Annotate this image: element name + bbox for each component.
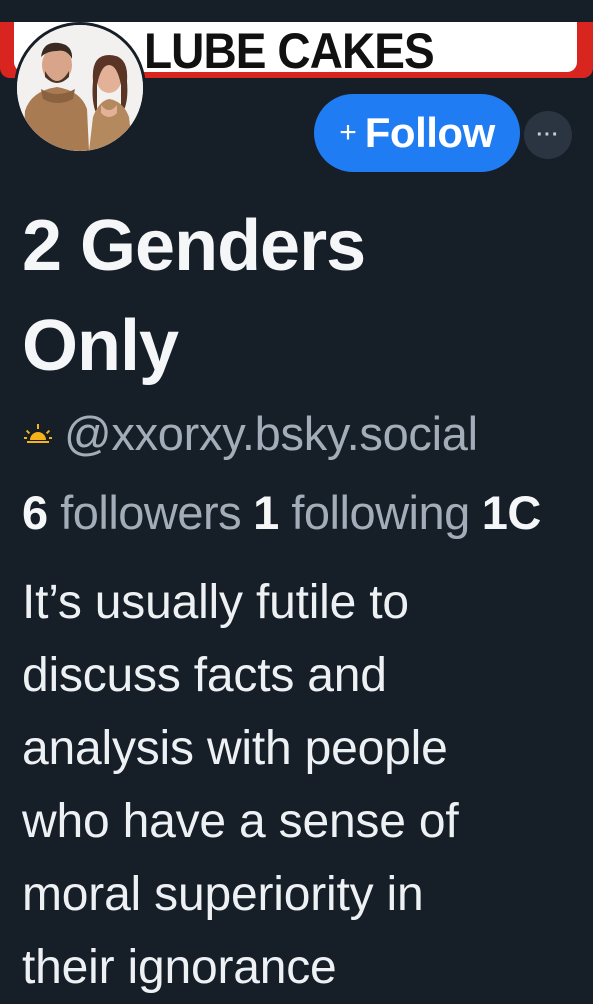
bio-line: who have a sense of <box>22 795 459 848</box>
follow-button-label: Follow <box>364 109 495 156</box>
profile-avatar[interactable] <box>14 22 146 154</box>
followers-stat[interactable]: 6 followers <box>22 486 253 539</box>
following-label: following <box>291 486 470 539</box>
posts-count: 1C <box>481 486 542 539</box>
following-count: 1 <box>253 486 279 539</box>
profile-handle[interactable]: @xxorxy.bsky.social <box>64 406 478 462</box>
sunrise-icon <box>24 424 52 443</box>
followers-label: followers <box>60 486 242 539</box>
display-name-line-2: Only <box>22 306 179 386</box>
bio-line: analysis with people <box>22 722 448 775</box>
banner-text: LUBE CAKES <box>144 23 435 78</box>
display-name-line-1: 2 Genders <box>22 206 366 286</box>
more-options-button[interactable]: ··· <box>524 111 572 159</box>
ellipsis-icon: ··· <box>536 123 560 146</box>
bio-line: It’s usually futile to <box>22 576 409 629</box>
plus-icon: + <box>339 116 357 149</box>
bio-line: their ignorance <box>22 941 337 994</box>
profile-stats: 6 followers 1 following 1C <box>22 484 593 542</box>
display-name: 2 Genders Only <box>22 196 502 396</box>
profile-bio: It’s usually futile to discuss facts and… <box>22 566 542 1004</box>
bio-line: discuss facts and <box>22 649 387 702</box>
followers-count: 6 <box>22 486 48 539</box>
following-stat[interactable]: 1 following <box>253 486 482 539</box>
avatar-image <box>17 25 143 151</box>
bio-line: moral superiority in <box>22 868 424 921</box>
handle-row: @xxorxy.bsky.social <box>24 406 478 462</box>
follow-button[interactable]: + Follow <box>314 94 520 172</box>
